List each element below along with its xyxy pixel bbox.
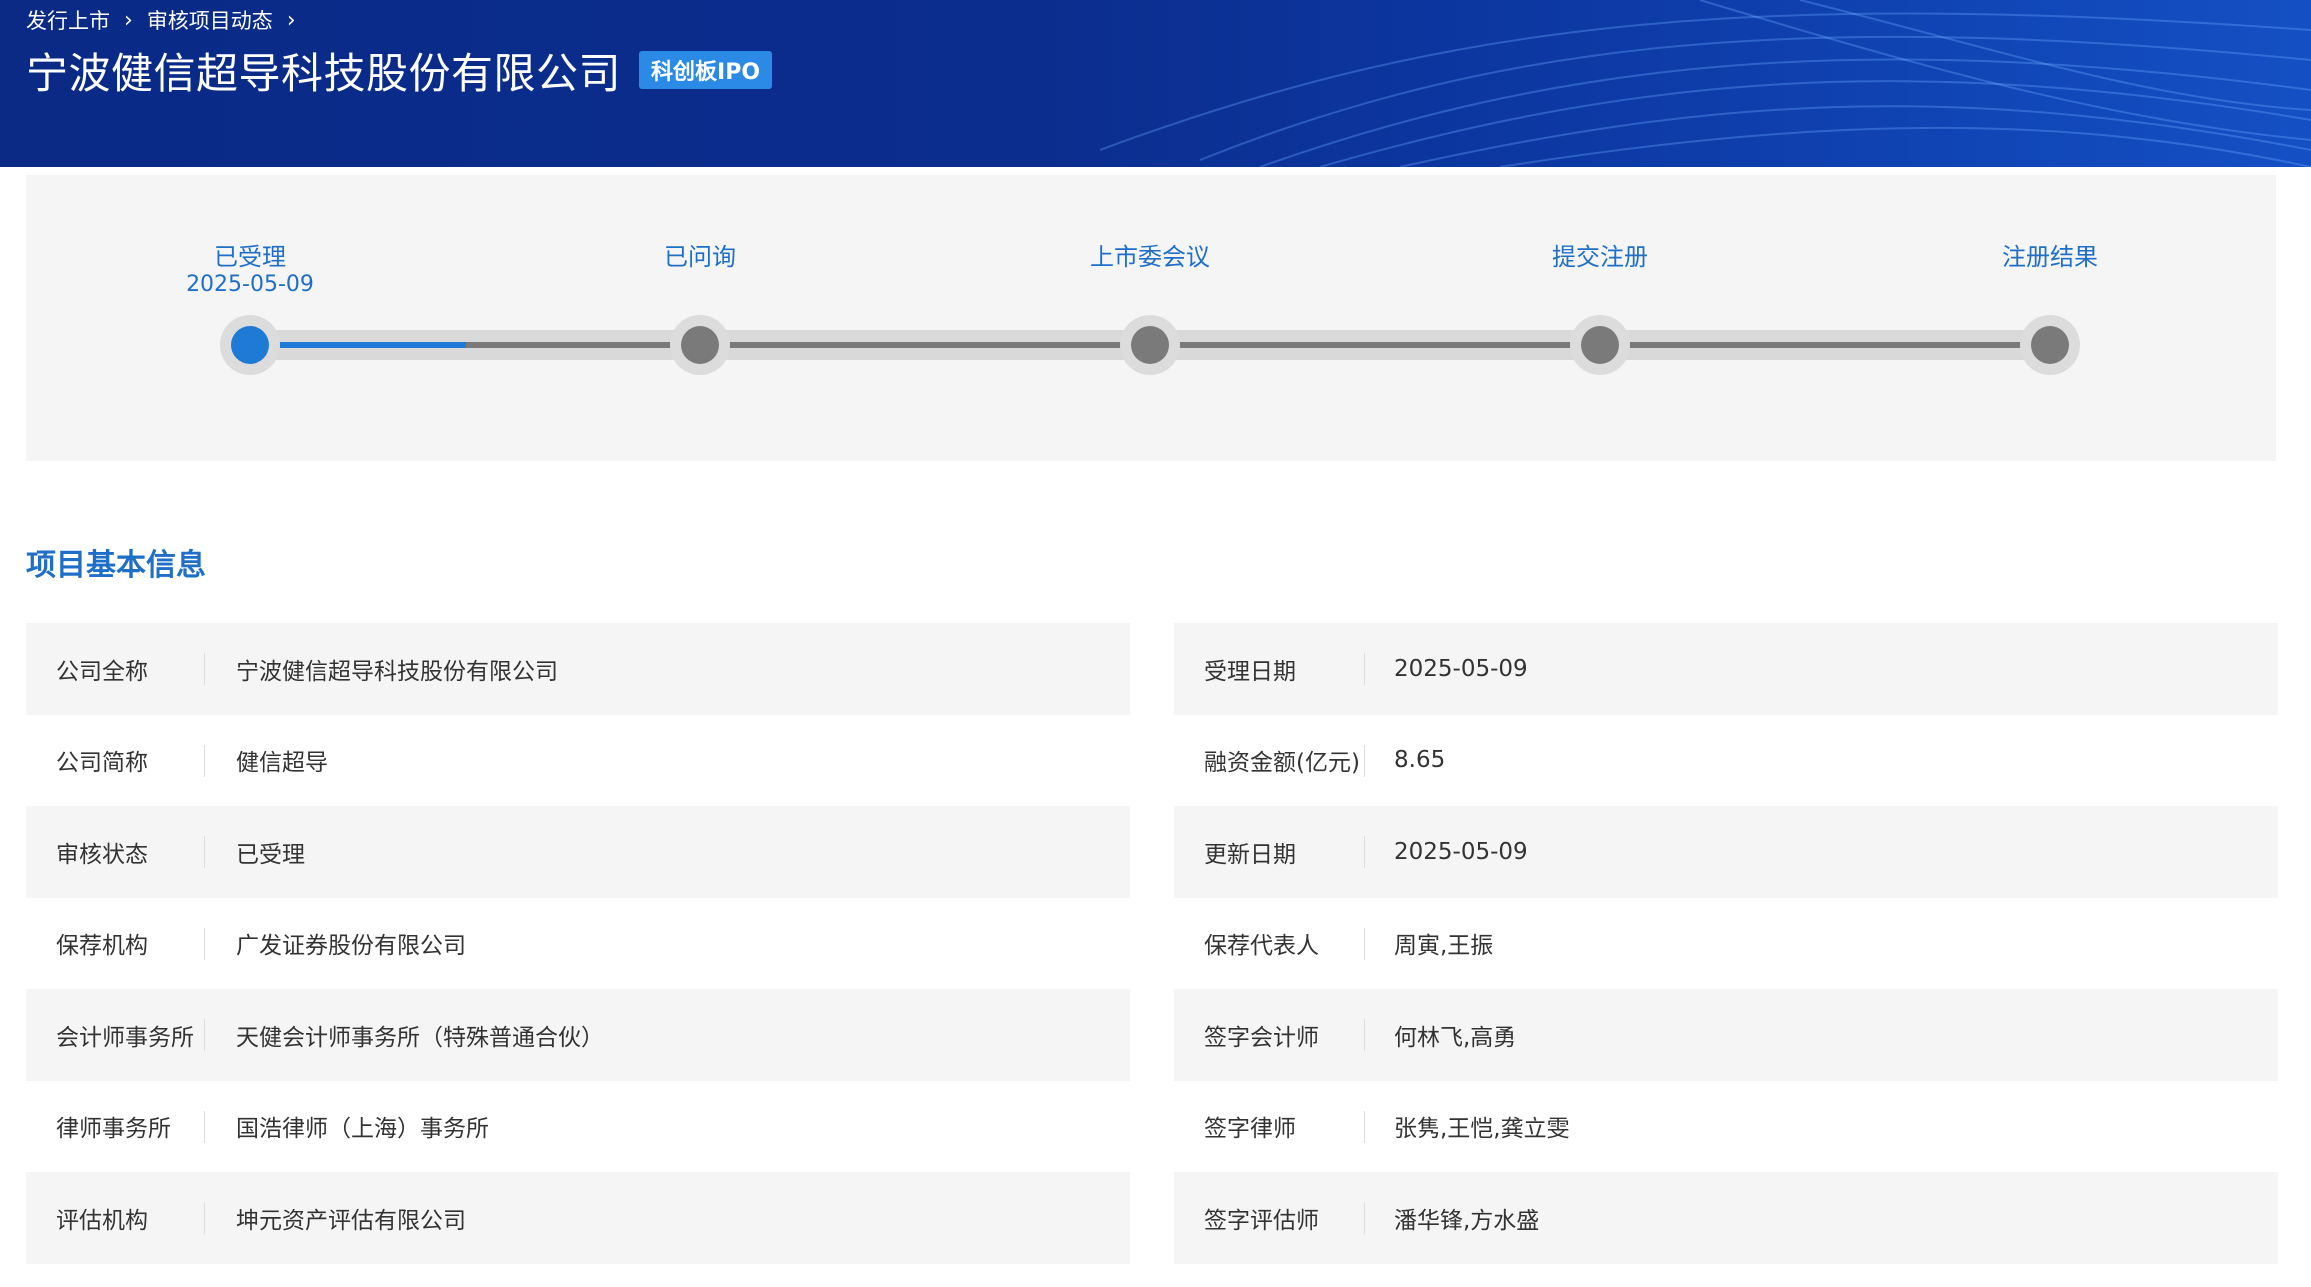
board-badge: 科创板IPO: [639, 51, 773, 89]
info-key: 更新日期: [1204, 841, 1296, 868]
info-key: 会计师事务所: [56, 1024, 194, 1051]
info-row: 公司全称 宁波健信超导科技股份有限公司: [26, 623, 1130, 715]
breadcrumb-item-review-dynamics[interactable]: 审核项目动态: [147, 5, 273, 35]
step-label-text: 提交注册: [1552, 243, 1648, 271]
info-key: 签字会计师: [1204, 1024, 1319, 1051]
step-label: 已问询: [570, 243, 830, 271]
info-value: 2025-05-09: [1394, 655, 1528, 682]
info-key: 审核状态: [56, 841, 148, 868]
info-divider: [1364, 1019, 1365, 1051]
info-value: 天健会计师事务所（特殊普通合伙）: [236, 1024, 604, 1051]
chevron-right-icon: ›: [286, 7, 296, 33]
info-value: 潘华锋,方水盛: [1394, 1207, 1540, 1234]
chevron-right-icon: ›: [124, 7, 133, 33]
step-node: [681, 326, 719, 364]
step-node: [231, 326, 269, 364]
info-table-right: 受理日期 2025-05-09 融资金额(亿元) 8.65 更新日期 2025-05-09…: [1174, 623, 2278, 1264]
info-value: 健信超导: [236, 750, 328, 777]
info-key: 融资金额(亿元): [1204, 750, 1360, 777]
info-key: 公司简称: [56, 750, 148, 777]
breadcrumb-item-issue-listing[interactable]: 发行上市: [26, 5, 110, 35]
info-row: 保荐机构 广发证券股份有限公司: [26, 898, 1130, 990]
step-label-text: 已问询: [664, 243, 736, 271]
info-key: 公司全称: [56, 658, 148, 685]
progress-steps: 已受理 2025-05-09 已问询 上市委会议 提交注册 注册结果: [26, 175, 2276, 461]
info-row: 保荐代表人 周寅,王振: [1174, 898, 2278, 990]
info-row: 受理日期 2025-05-09: [1174, 623, 2278, 715]
info-divider: [204, 653, 205, 685]
info-divider: [204, 1110, 205, 1143]
info-divider: [204, 836, 205, 868]
info-row: 公司简称 健信超导: [26, 715, 1130, 807]
info-divider: [1364, 927, 1365, 960]
step-label: 提交注册: [1470, 243, 1730, 271]
step-node: [1131, 326, 1169, 364]
progress-fill: [250, 342, 466, 348]
info-row: 审核状态 已受理: [26, 806, 1130, 898]
info-key: 受理日期: [1204, 658, 1296, 685]
info-divider: [1364, 1110, 1365, 1143]
step-label: 已受理 2025-05-09: [120, 243, 380, 299]
info-row: 融资金额(亿元) 8.65: [1174, 715, 2278, 807]
step-label-text: 上市委会议: [1090, 243, 1210, 271]
section-title-basic-info: 项目基本信息: [26, 548, 206, 583]
info-key: 签字评估师: [1204, 1207, 1319, 1234]
info-value: 8.65: [1394, 747, 1446, 774]
info-divider: [1364, 1202, 1365, 1234]
info-value: 张隽,王恺,龚立雯: [1394, 1116, 1570, 1143]
review-progress-panel: 已受理 2025-05-09 已问询 上市委会议 提交注册 注册结果: [26, 175, 2276, 461]
info-value: 坤元资产评估有限公司: [236, 1207, 466, 1234]
info-key: 签字律师: [1204, 1116, 1296, 1143]
info-value: 已受理: [236, 841, 305, 868]
info-key: 评估机构: [56, 1207, 148, 1234]
info-key: 保荐机构: [56, 933, 148, 960]
info-divider: [1364, 836, 1365, 868]
step-node: [2031, 326, 2069, 364]
info-divider: [204, 744, 205, 777]
breadcrumb: 发行上市 › 审核项目动态 ›: [26, 4, 300, 36]
info-row: 签字律师 张隽,王恺,龚立雯: [1174, 1081, 2278, 1173]
info-key: 律师事务所: [56, 1116, 171, 1143]
info-divider: [204, 1019, 205, 1051]
info-row: 评估机构 坤元资产评估有限公司: [26, 1172, 1130, 1264]
info-divider: [204, 1202, 205, 1234]
title-row: 宁波健信超导科技股份有限公司 科创板IPO: [26, 42, 773, 98]
step-date: 2025-05-09: [186, 272, 314, 297]
info-divider: [204, 927, 205, 960]
info-row: 律师事务所 国浩律师（上海）事务所: [26, 1081, 1130, 1173]
step-node: [1581, 326, 1619, 364]
info-value: 国浩律师（上海）事务所: [236, 1116, 489, 1143]
info-value: 2025-05-09: [1394, 838, 1528, 865]
info-row: 签字会计师 何林飞,高勇: [1174, 989, 2278, 1081]
info-row: 签字评估师 潘华锋,方水盛: [1174, 1172, 2278, 1264]
page-title: 宁波健信超导科技股份有限公司: [26, 48, 622, 98]
step-label: 注册结果: [1920, 243, 2180, 271]
info-value: 周寅,王振: [1394, 933, 1494, 960]
info-key: 保荐代表人: [1204, 933, 1319, 960]
step-label: 上市委会议: [1020, 243, 1280, 271]
info-value: 广发证券股份有限公司: [236, 933, 466, 960]
step-label-text: 已受理: [214, 243, 286, 271]
info-divider: [1364, 744, 1365, 777]
info-row: 更新日期 2025-05-09: [1174, 806, 2278, 898]
info-value: 何林飞,高勇: [1394, 1024, 1517, 1051]
step-label-text: 注册结果: [2002, 243, 2098, 271]
header-banner: 发行上市 › 审核项目动态 › 宁波健信超导科技股份有限公司 科创板IPO: [0, 0, 2311, 167]
info-table-left: 公司全称 宁波健信超导科技股份有限公司公司简称 健信超导审核状态 已受理保荐机构 广发证…: [26, 623, 1130, 1264]
info-divider: [1364, 653, 1365, 685]
info-value: 宁波健信超导科技股份有限公司: [236, 658, 558, 685]
info-row: 会计师事务所 天健会计师事务所（特殊普通合伙）: [26, 989, 1130, 1081]
